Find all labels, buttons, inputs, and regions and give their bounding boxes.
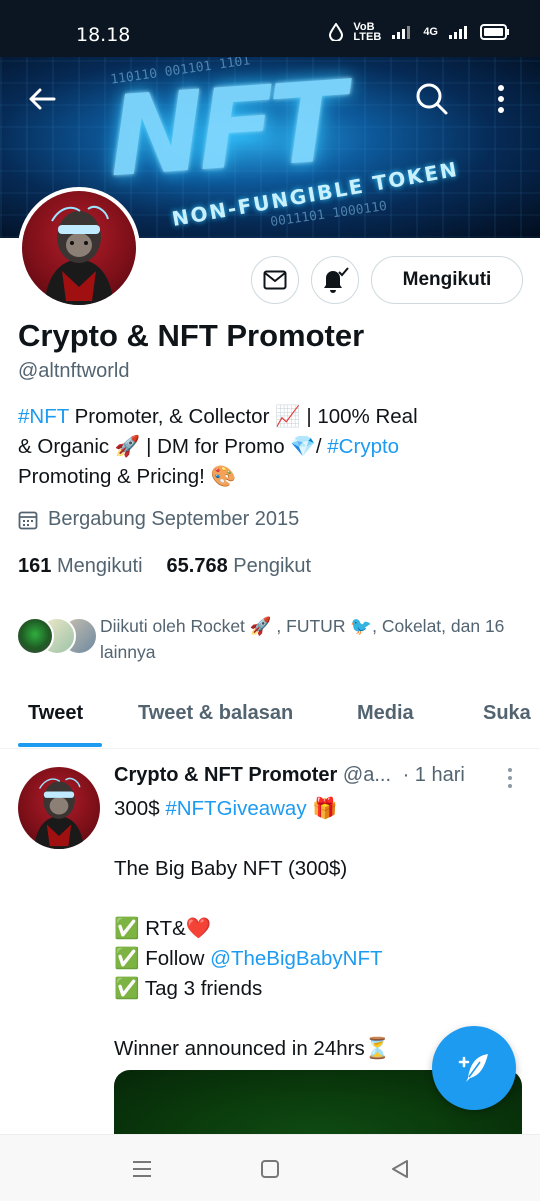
banner-nft-text: NFT (99, 57, 350, 203)
back-arrow-icon (29, 88, 56, 110)
menu-nav-icon[interactable] (130, 1157, 154, 1181)
followers-count: 65.768 (166, 555, 228, 577)
more-vertical-icon (498, 85, 504, 113)
more-vertical-icon-small (508, 768, 512, 788)
search-button[interactable] (410, 77, 454, 121)
tweet-check1: ✅ RT&❤️ (114, 917, 212, 940)
back-nav-icon[interactable] (388, 1157, 412, 1181)
tweet-line1-emoji: 🎁 (306, 797, 338, 820)
tab-likes[interactable]: Suka (483, 702, 531, 725)
avatar-image (22, 191, 136, 305)
tweet-check2: ✅ Follow (114, 947, 211, 970)
following-count: 161 (18, 555, 52, 577)
status-bar: 18.18 VoB LTEB 4G (0, 0, 540, 57)
network-type-label: VoB LTEB (353, 21, 382, 43)
follow-stats: 161 Mengikuti 65.768 Pengikut (18, 555, 311, 578)
following-stat[interactable]: 161 Mengikuti (18, 555, 143, 578)
back-button[interactable] (20, 77, 64, 121)
message-button[interactable] (251, 256, 299, 304)
home-nav-icon[interactable] (258, 1157, 282, 1181)
envelope-icon (263, 270, 287, 290)
tweet-author-avatar[interactable] (18, 767, 100, 849)
calendar-icon (18, 511, 38, 529)
followers-label: Pengikut (233, 555, 312, 577)
followed-by-text: Diikuti oleh Rocket 🚀 , FUTUR 🐦, Cokelat… (100, 616, 505, 662)
compose-tweet-button[interactable] (432, 1026, 516, 1110)
followed-by-avatars (16, 613, 98, 655)
notification-bell-button[interactable] (311, 256, 359, 304)
follower-avatar-1 (16, 617, 54, 655)
bio-line1: Promoter, & Collector 📈 | 100% Real (68, 405, 418, 428)
water-drop-icon (329, 23, 344, 41)
tweet-author-name[interactable]: Crypto & NFT Promoter (114, 764, 337, 786)
followed-by[interactable]: Diikuti oleh Rocket 🚀 , FUTUR 🐦, Cokelat… (16, 613, 530, 665)
join-date: Bergabung September 2015 (18, 508, 299, 531)
profile-avatar[interactable] (18, 187, 140, 309)
status-icons: VoB LTEB 4G (329, 21, 510, 43)
tweet-line1: 300$ (114, 797, 166, 820)
signal-4g-label: 4G (423, 26, 438, 38)
tweet-check3: ✅ Tag 3 friends (114, 977, 263, 1000)
mention-link[interactable]: @TheBigBabyNFT (210, 947, 382, 970)
bell-check-icon (324, 267, 349, 293)
bio-line2: & Organic 🚀 | DM for Promo 💎/ (18, 435, 328, 458)
tweet-header: Crypto & NFT Promoter @a... · 1 hari (114, 764, 514, 787)
profile-handle: @altnftworld (18, 360, 130, 382)
tweet-time: · 1 hari (402, 764, 465, 786)
hashtag-nftgiveaway-link[interactable]: #NFTGiveaway (165, 797, 306, 820)
profile-bio: #NFT Promoter, & Collector 📈 | 100% Real… (18, 402, 518, 492)
tab-media[interactable]: Media (357, 702, 414, 725)
join-date-label: Bergabung September 2015 (48, 508, 300, 530)
compose-feather-icon (458, 1054, 488, 1082)
tab-tweet[interactable]: Tweet (28, 702, 83, 725)
status-time: 18.18 (76, 24, 131, 46)
bio-line3: Promoting & Pricing! 🎨 (18, 465, 237, 488)
ape-avatar-art (44, 205, 114, 305)
following-label: Mengikuti (56, 555, 143, 577)
tweet-line2: The Big Baby NFT (300$) (114, 857, 348, 880)
profile-tabs: Tweet Tweet & balasan Media Suka (0, 690, 540, 749)
tweet-more-button[interactable] (502, 766, 518, 790)
tab-tweet-replies[interactable]: Tweet & balasan (138, 702, 293, 725)
tweet-text: 300$ #NFTGiveaway 🎁 The Big Baby NFT (30… (114, 794, 524, 1064)
ape-avatar-art-small (33, 777, 85, 849)
active-tab-indicator (18, 743, 102, 747)
tweet-winner: Winner announced in 24hrs⏳ (114, 1037, 391, 1060)
profile-name: Crypto & NFT Promoter (18, 318, 365, 353)
followers-stat[interactable]: 65.768 Pengikut (167, 555, 312, 578)
more-button[interactable] (479, 77, 523, 121)
search-icon (416, 83, 448, 115)
tweet-author-handle: @a... (342, 764, 392, 786)
hashtag-nft-link[interactable]: #NFT (18, 405, 69, 428)
system-nav-bar (0, 1134, 540, 1201)
battery-icon (480, 24, 509, 40)
hashtag-crypto-link[interactable]: #Crypto (327, 435, 399, 458)
signal-icon-2 (449, 26, 467, 39)
following-button[interactable]: Mengikuti (371, 256, 523, 304)
signal-icon (392, 26, 411, 39)
